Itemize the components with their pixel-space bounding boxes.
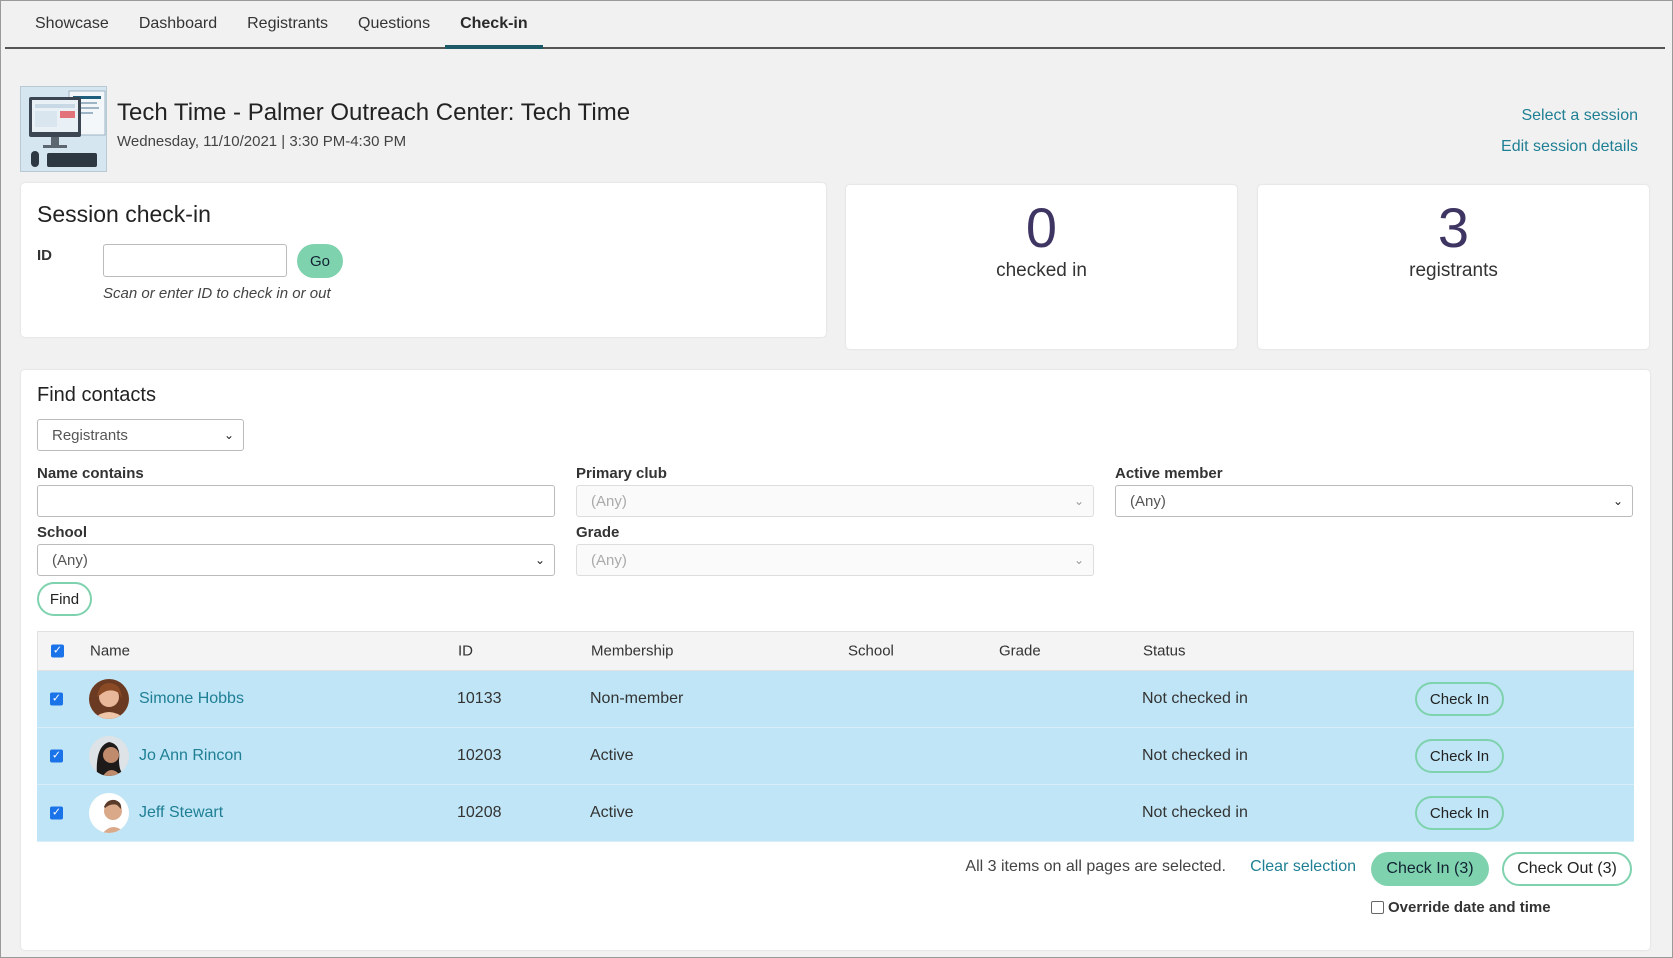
primary-club-select[interactable]: (Any) ⌄ — [576, 485, 1094, 517]
grade-label: Grade — [576, 524, 620, 541]
contact-id: 10133 — [457, 690, 502, 707]
check-in-button[interactable]: Check In — [1415, 796, 1504, 830]
bulk-check-in-button[interactable]: Check In (3) — [1371, 852, 1489, 886]
table-row: ✓ Jo Ann Rincon 10203 Active Not checked… — [37, 728, 1634, 785]
session-thumbnail — [20, 86, 107, 172]
chevron-down-icon: ⌄ — [1612, 494, 1623, 508]
contact-name-link[interactable]: Simone Hobbs — [139, 690, 244, 708]
column-header-membership[interactable]: Membership — [591, 643, 674, 660]
column-header-grade[interactable]: Grade — [999, 643, 1041, 660]
contact-name-link[interactable]: Jo Ann Rincon — [139, 747, 242, 765]
contact-membership: Active — [590, 804, 634, 821]
grade-select[interactable]: (Any) ⌄ — [576, 544, 1094, 576]
edit-session-link[interactable]: Edit session details — [1501, 138, 1638, 156]
id-hint: Scan or enter ID to check in or out — [103, 285, 331, 302]
column-header-id[interactable]: ID — [458, 643, 473, 660]
active-member-select[interactable]: (Any) ⌄ — [1115, 485, 1633, 517]
column-header-school[interactable]: School — [848, 643, 894, 660]
tab-registrants[interactable]: Registrants — [232, 1, 343, 47]
chevron-down-icon: ⌄ — [1073, 494, 1084, 508]
contact-membership: Active — [590, 747, 634, 764]
select-session-link[interactable]: Select a session — [1521, 107, 1638, 125]
check-in-button[interactable]: Check In — [1415, 682, 1504, 716]
name-contains-input[interactable] — [37, 485, 555, 517]
primary-club-value: (Any) — [591, 492, 627, 510]
checkin-heading: Session check-in — [37, 201, 211, 227]
session-date: Wednesday, 11/10/2021 | 3:30 PM-4:30 PM — [117, 133, 407, 150]
tab-check-in[interactable]: Check-in — [445, 1, 543, 49]
contact-name-link[interactable]: Jeff Stewart — [139, 804, 223, 822]
go-button[interactable]: Go — [297, 244, 343, 278]
find-contacts-card: Find contacts Registrants ⌄ Name contain… — [21, 370, 1650, 950]
name-contains-label: Name contains — [37, 465, 144, 482]
row-checkbox[interactable]: ✓ — [50, 749, 63, 763]
school-value: (Any) — [52, 551, 88, 569]
contact-status: Not checked in — [1142, 747, 1248, 764]
selection-status: All 3 items on all pages are selected. — [965, 858, 1226, 875]
checked-in-count: 0 — [1025, 196, 1058, 259]
avatar — [89, 793, 129, 833]
chevron-down-icon: ⌄ — [1073, 553, 1084, 567]
school-label: School — [37, 524, 88, 541]
active-member-label: Active member — [1115, 465, 1223, 482]
checked-in-stat-card: 0 checked in — [846, 185, 1237, 349]
table-row: ✓ Simone Hobbs 10133 Non-member Not chec… — [37, 671, 1634, 728]
contact-list-value: Registrants — [52, 426, 128, 444]
id-label: ID — [37, 247, 52, 264]
school-select[interactable]: (Any) ⌄ — [37, 544, 555, 576]
chevron-down-icon: ⌄ — [223, 428, 234, 442]
find-button[interactable]: Find — [37, 582, 92, 616]
registrants-stat-card: 3 registrants — [1258, 185, 1649, 349]
active-member-value: (Any) — [1130, 492, 1166, 510]
contact-id: 10203 — [457, 747, 502, 764]
check-in-button[interactable]: Check In — [1415, 739, 1504, 773]
registrants-count: 3 — [1437, 196, 1470, 259]
contact-status: Not checked in — [1142, 804, 1248, 821]
column-header-name[interactable]: Name — [90, 643, 130, 660]
contact-list-select[interactable]: Registrants ⌄ — [37, 419, 244, 451]
tab-questions[interactable]: Questions — [343, 1, 445, 47]
bulk-check-out-button[interactable]: Check Out (3) — [1502, 852, 1632, 886]
contact-status: Not checked in — [1142, 690, 1248, 707]
primary-club-label: Primary club — [576, 465, 667, 482]
row-checkbox[interactable]: ✓ — [50, 692, 63, 706]
override-checkbox[interactable] — [1371, 901, 1384, 914]
override-label: Override date and time — [1388, 899, 1551, 916]
row-checkbox[interactable]: ✓ — [50, 806, 63, 820]
checked-in-label: checked in — [996, 260, 1087, 281]
chevron-down-icon: ⌄ — [534, 553, 545, 567]
contacts-table: ✓ Name ID Membership School Grade Status… — [37, 631, 1634, 842]
contact-membership: Non-member — [590, 690, 684, 707]
id-input[interactable] — [103, 244, 287, 277]
avatar — [89, 736, 129, 776]
tab-showcase[interactable]: Showcase — [20, 1, 124, 47]
tab-bar: Showcase Dashboard Registrants Questions… — [5, 1, 1665, 49]
override-datetime[interactable]: Override date and time — [1371, 899, 1551, 916]
tab-dashboard[interactable]: Dashboard — [124, 1, 232, 47]
grade-value: (Any) — [591, 551, 627, 569]
session-checkin-card: Session check-in ID Go Scan or enter ID … — [21, 183, 826, 337]
table-row: ✓ Jeff Stewart 10208 Active Not checked … — [37, 785, 1634, 842]
table-header: ✓ Name ID Membership School Grade Status — [37, 631, 1634, 671]
page-title: Tech Time - Palmer Outreach Center: Tech… — [117, 99, 631, 126]
column-header-status[interactable]: Status — [1143, 643, 1186, 660]
avatar — [89, 679, 129, 719]
find-contacts-heading: Find contacts — [37, 384, 156, 406]
computer-illustration-icon — [21, 87, 106, 171]
clear-selection-link[interactable]: Clear selection — [1250, 858, 1356, 876]
select-all-checkbox[interactable]: ✓ — [51, 644, 64, 658]
registrants-label: registrants — [1409, 260, 1498, 281]
contact-id: 10208 — [457, 804, 502, 821]
